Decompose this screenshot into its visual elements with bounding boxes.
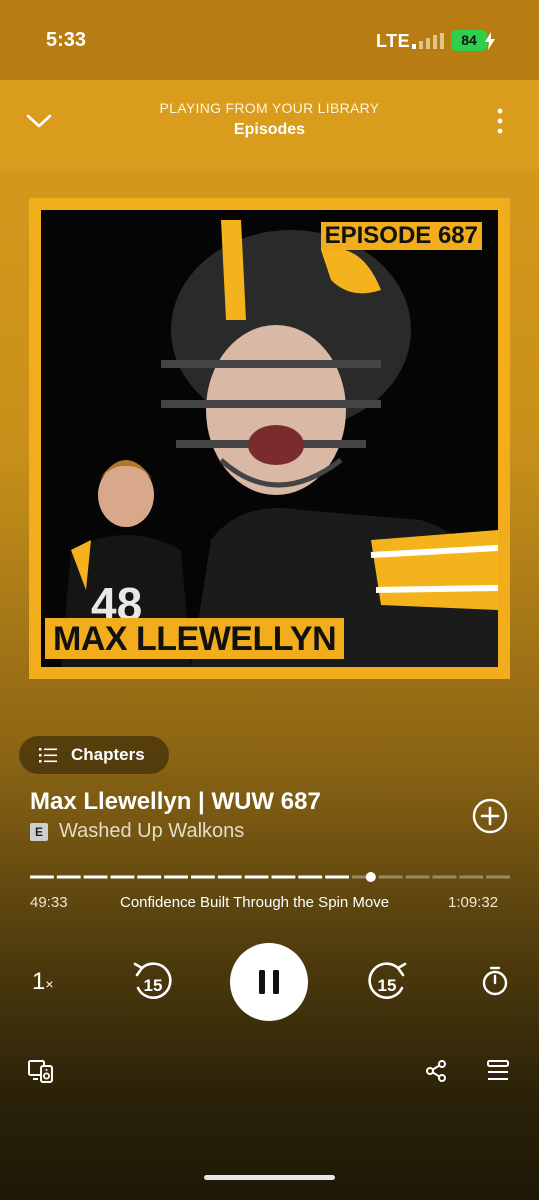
skip-forward-button[interactable]: 15 [364, 958, 410, 1004]
speed-value: 1 [32, 968, 46, 995]
skip-back-seconds: 15 [144, 976, 163, 995]
chapters-button[interactable]: Chapters [19, 736, 169, 774]
speed-suffix: × [45, 976, 54, 992]
skip-back-button[interactable]: 15 [130, 958, 176, 1004]
more-options-icon[interactable] [489, 106, 511, 136]
progress-segment [83, 875, 108, 879]
episode-title[interactable]: Max Llewellyn | WUW 687 [30, 788, 321, 816]
explicit-badge: E [30, 823, 48, 841]
artwork-name-banner: MAX LLEWELLYN [45, 618, 345, 659]
progress-thumb[interactable] [365, 872, 376, 882]
progress-segment [486, 875, 510, 879]
progress-segment [110, 875, 135, 879]
pause-button[interactable] [230, 943, 308, 1021]
charging-bolt-icon [485, 32, 495, 50]
progress-segment [298, 875, 323, 879]
connect-device-icon[interactable] [28, 1058, 54, 1084]
network-type: LTE [376, 31, 411, 51]
playing-from-label: PLAYING FROM YOUR LIBRARY [159, 100, 380, 116]
chapters-label: Chapters [71, 745, 145, 764]
progress-segment [137, 875, 162, 879]
progress-segment [325, 875, 349, 879]
player-illustration: 48 [61, 220, 498, 667]
progress-segment [271, 875, 296, 879]
remaining-time: 1:09:32 [448, 894, 499, 911]
progress-segment [405, 875, 430, 879]
share-icon[interactable] [424, 1059, 448, 1083]
sleep-timer-icon[interactable] [481, 966, 509, 996]
current-chapter: Confidence Built Through the Spin Move [120, 894, 390, 911]
artwork-photo: 48 EPISODE 687 MAX LLEWELLYN [41, 210, 498, 667]
pause-icon [259, 970, 279, 994]
playback-speed-button[interactable]: 1× [32, 968, 54, 996]
progress-segment [459, 875, 484, 879]
artwork-episode-label: EPISODE 687 [320, 222, 482, 250]
home-indicator[interactable] [204, 1175, 335, 1180]
progress-segment [378, 875, 403, 879]
status-time: 5:33 [46, 29, 87, 51]
progress-segment [244, 875, 269, 879]
episode-artwork: 48 EPISODE 687 MAX LLEWELLYN [29, 198, 510, 679]
progress-segment [30, 875, 54, 879]
battery-indicator: 84 [451, 30, 487, 51]
progress-segment [432, 875, 457, 879]
progress-segment [191, 875, 215, 879]
signal-strength-icon [412, 33, 444, 49]
forward-arrow-icon: 15 [368, 962, 407, 999]
rewind-arrow-icon: 15 [133, 962, 172, 999]
queue-icon[interactable] [486, 1059, 510, 1083]
elapsed-time: 49:33 [30, 894, 68, 911]
skip-forward-seconds: 15 [378, 976, 397, 995]
show-name-link[interactable]: Washed Up Walkons [59, 820, 244, 843]
progress-segment [217, 875, 242, 879]
progress-segment [164, 875, 188, 879]
list-icon [39, 748, 57, 763]
context-title[interactable]: Episodes [0, 121, 539, 139]
add-to-library-icon[interactable] [472, 798, 508, 834]
progress-segment [56, 875, 81, 879]
progress-bar[interactable] [30, 872, 510, 882]
